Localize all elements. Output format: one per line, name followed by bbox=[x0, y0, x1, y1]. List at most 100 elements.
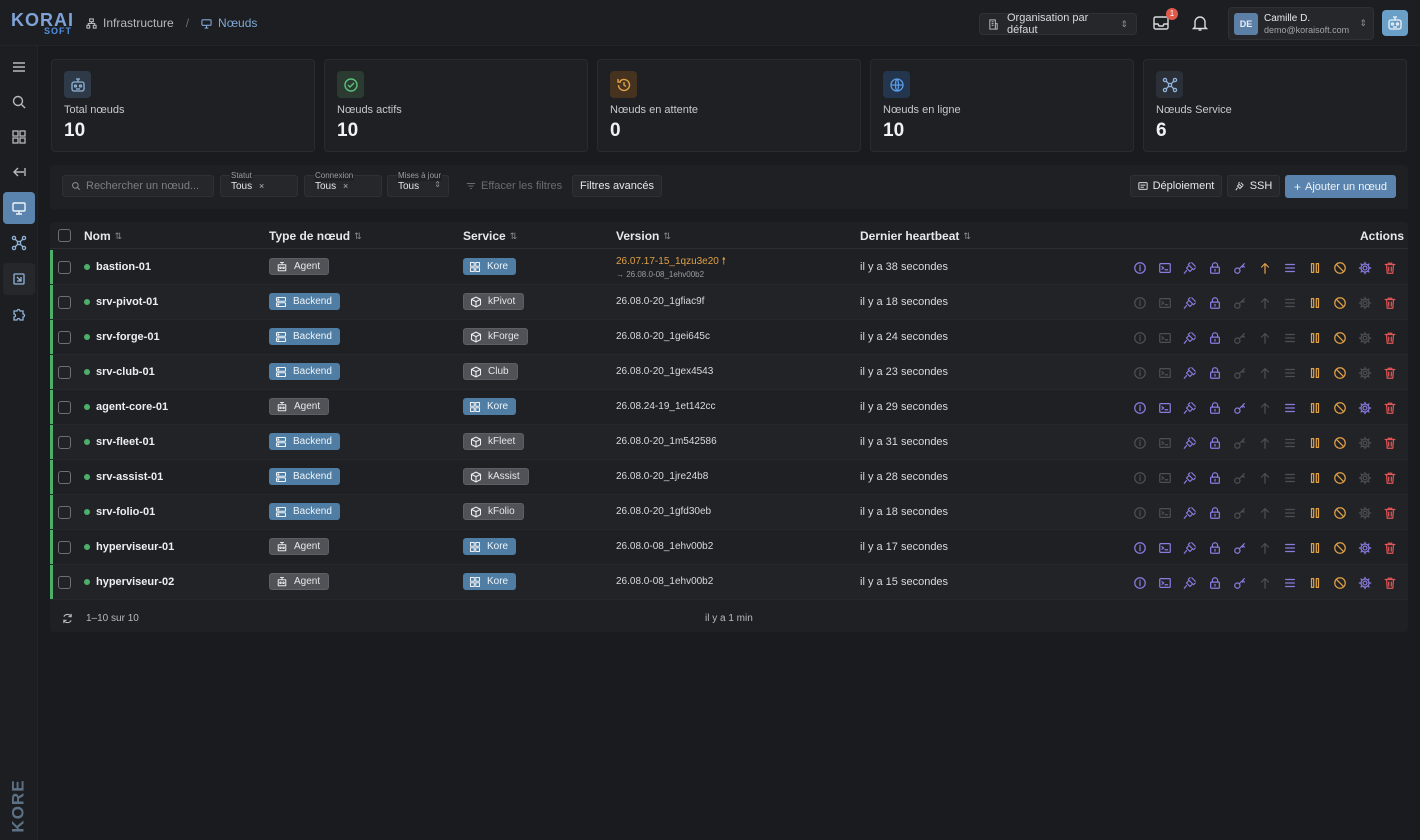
pause-icon[interactable] bbox=[1307, 435, 1323, 451]
row-checkbox[interactable] bbox=[58, 331, 71, 344]
terminal-icon[interactable] bbox=[1157, 575, 1173, 591]
ban-icon[interactable] bbox=[1332, 260, 1348, 276]
gear-icon[interactable] bbox=[1357, 365, 1373, 381]
key-icon[interactable] bbox=[1232, 295, 1248, 311]
info-icon[interactable] bbox=[1132, 505, 1148, 521]
ban-icon[interactable] bbox=[1332, 330, 1348, 346]
pause-icon[interactable] bbox=[1307, 505, 1323, 521]
node-name[interactable]: hyperviseur-01 bbox=[96, 541, 174, 553]
row-checkbox[interactable] bbox=[58, 471, 71, 484]
terminal-icon[interactable] bbox=[1157, 260, 1173, 276]
gear-icon[interactable] bbox=[1357, 330, 1373, 346]
pause-icon[interactable] bbox=[1307, 400, 1323, 416]
ban-icon[interactable] bbox=[1332, 575, 1348, 591]
row-checkbox[interactable] bbox=[58, 541, 71, 554]
arrow-up-icon[interactable] bbox=[1257, 540, 1273, 556]
column-header-name[interactable]: Nom ⇅ bbox=[84, 229, 122, 243]
plug-icon[interactable] bbox=[1182, 295, 1198, 311]
inbox-button[interactable]: 1 bbox=[1152, 8, 1178, 34]
ban-icon[interactable] bbox=[1332, 470, 1348, 486]
lock-icon[interactable] bbox=[1207, 540, 1223, 556]
key-icon[interactable] bbox=[1232, 260, 1248, 276]
table-row[interactable]: hyperviseur-02 Agent Kore 26.08.0-08_1ehv00… bbox=[50, 565, 1408, 600]
node-name[interactable]: agent-core-01 bbox=[96, 401, 168, 413]
row-checkbox[interactable] bbox=[58, 296, 71, 309]
arrow-up-icon[interactable] bbox=[1257, 575, 1273, 591]
info-icon[interactable] bbox=[1132, 400, 1148, 416]
gear-icon[interactable] bbox=[1357, 295, 1373, 311]
pause-icon[interactable] bbox=[1307, 470, 1323, 486]
filter-connection[interactable]: Connexion Tous × bbox=[304, 171, 382, 197]
row-checkbox[interactable] bbox=[58, 261, 71, 274]
ban-icon[interactable] bbox=[1332, 295, 1348, 311]
column-header-heartbeat[interactable]: Dernier heartbeat ⇅ bbox=[860, 229, 971, 243]
trash-icon[interactable] bbox=[1382, 295, 1398, 311]
ban-icon[interactable] bbox=[1332, 435, 1348, 451]
table-row[interactable]: srv-club-01 Backend Club 26.08.0-20_1gex454… bbox=[50, 355, 1408, 390]
table-row[interactable]: bastion-01 Agent Kore 26.07.17-15_1qzu3e20 … bbox=[50, 250, 1408, 285]
clear-filters-button[interactable]: Effacer les filtres bbox=[466, 175, 562, 197]
pause-icon[interactable] bbox=[1307, 260, 1323, 276]
node-name[interactable]: bastion-01 bbox=[96, 261, 151, 273]
notifications-button[interactable] bbox=[1191, 14, 1211, 34]
arrow-up-icon[interactable] bbox=[1257, 330, 1273, 346]
node-name[interactable]: srv-club-01 bbox=[96, 366, 155, 378]
pause-icon[interactable] bbox=[1307, 540, 1323, 556]
key-icon[interactable] bbox=[1232, 330, 1248, 346]
row-checkbox[interactable] bbox=[58, 506, 71, 519]
arrow-up-icon[interactable] bbox=[1257, 470, 1273, 486]
sidebar-item-network[interactable] bbox=[3, 227, 35, 259]
list-icon[interactable] bbox=[1282, 330, 1298, 346]
terminal-icon[interactable] bbox=[1157, 540, 1173, 556]
sidebar-item-nodes[interactable] bbox=[3, 192, 35, 224]
terminal-icon[interactable] bbox=[1157, 365, 1173, 381]
pause-icon[interactable] bbox=[1307, 575, 1323, 591]
search-input[interactable]: Rechercher un nœud... bbox=[62, 175, 214, 197]
key-icon[interactable] bbox=[1232, 435, 1248, 451]
pause-icon[interactable] bbox=[1307, 295, 1323, 311]
plug-icon[interactable] bbox=[1182, 260, 1198, 276]
gear-icon[interactable] bbox=[1357, 575, 1373, 591]
trash-icon[interactable] bbox=[1382, 330, 1398, 346]
arrow-up-icon[interactable] bbox=[1257, 400, 1273, 416]
filter-updates[interactable]: Mises à jour Tous ⇕ bbox=[387, 171, 449, 197]
plug-icon[interactable] bbox=[1182, 400, 1198, 416]
key-icon[interactable] bbox=[1232, 575, 1248, 591]
ban-icon[interactable] bbox=[1332, 540, 1348, 556]
info-icon[interactable] bbox=[1132, 435, 1148, 451]
info-icon[interactable] bbox=[1132, 470, 1148, 486]
sidebar-item-extensions[interactable] bbox=[3, 298, 35, 330]
ban-icon[interactable] bbox=[1332, 400, 1348, 416]
column-header-service[interactable]: Service ⇅ bbox=[463, 229, 517, 243]
gear-icon[interactable] bbox=[1357, 470, 1373, 486]
lock-icon[interactable] bbox=[1207, 260, 1223, 276]
node-name[interactable]: srv-assist-01 bbox=[96, 471, 163, 483]
lock-icon[interactable] bbox=[1207, 295, 1223, 311]
table-row[interactable]: srv-pivot-01 Backend kPivot 26.08.0-20_1gfi… bbox=[50, 285, 1408, 320]
trash-icon[interactable] bbox=[1382, 365, 1398, 381]
lock-icon[interactable] bbox=[1207, 575, 1223, 591]
table-row[interactable]: agent-core-01 Agent Kore 26.08.24-19_1et142… bbox=[50, 390, 1408, 425]
list-icon[interactable] bbox=[1282, 540, 1298, 556]
arrow-up-icon[interactable] bbox=[1257, 505, 1273, 521]
pause-icon[interactable] bbox=[1307, 365, 1323, 381]
list-icon[interactable] bbox=[1282, 470, 1298, 486]
plug-icon[interactable] bbox=[1182, 435, 1198, 451]
assistant-button[interactable] bbox=[1382, 10, 1408, 36]
list-icon[interactable] bbox=[1282, 400, 1298, 416]
ban-icon[interactable] bbox=[1332, 505, 1348, 521]
info-icon[interactable] bbox=[1132, 330, 1148, 346]
user-menu[interactable]: DE Camille D. demo@koraisoft.com ⇕ bbox=[1228, 7, 1374, 40]
menu-button[interactable] bbox=[3, 51, 35, 83]
plug-icon[interactable] bbox=[1182, 575, 1198, 591]
gear-icon[interactable] bbox=[1357, 505, 1373, 521]
trash-icon[interactable] bbox=[1382, 505, 1398, 521]
lock-icon[interactable] bbox=[1207, 505, 1223, 521]
lock-icon[interactable] bbox=[1207, 365, 1223, 381]
gear-icon[interactable] bbox=[1357, 540, 1373, 556]
trash-icon[interactable] bbox=[1382, 470, 1398, 486]
gear-icon[interactable] bbox=[1357, 260, 1373, 276]
terminal-icon[interactable] bbox=[1157, 435, 1173, 451]
table-row[interactable]: hyperviseur-01 Agent Kore 26.08.0-08_1ehv00… bbox=[50, 530, 1408, 565]
terminal-icon[interactable] bbox=[1157, 330, 1173, 346]
